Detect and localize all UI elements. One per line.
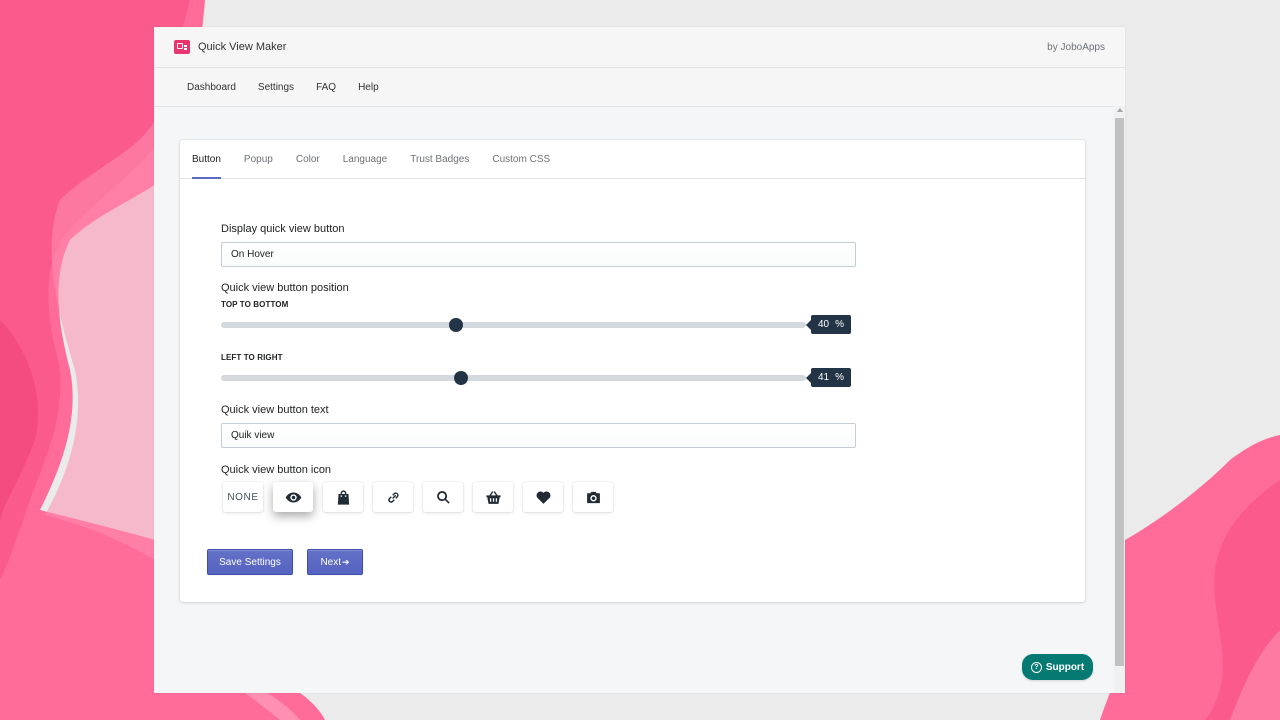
- icon-option-link[interactable]: [373, 482, 413, 512]
- basket-icon: [485, 490, 501, 504]
- tab-language[interactable]: Language: [332, 140, 399, 178]
- nav-item-help[interactable]: Help: [358, 82, 379, 93]
- save-settings-button[interactable]: Save Settings: [207, 549, 293, 575]
- icon-option-basket[interactable]: [473, 482, 513, 512]
- icon-option-heart[interactable]: [523, 482, 563, 512]
- title-bar: Quick View Maker by JoboApps: [154, 27, 1125, 68]
- app-logo-icon: [174, 40, 190, 54]
- left-right-value-badge: 41 %: [806, 368, 851, 387]
- scroll-up-arrow-icon[interactable]: [1117, 108, 1123, 112]
- link-icon: [387, 491, 399, 503]
- heart-icon: [536, 490, 550, 504]
- scroll-thumb[interactable]: [1115, 118, 1124, 666]
- by-line: by JoboApps: [1047, 41, 1105, 53]
- display-label: Display quick view button: [221, 223, 345, 235]
- nav-item-faq[interactable]: FAQ: [316, 82, 336, 93]
- shopping-bag-icon: [337, 489, 349, 505]
- icon-option-eye[interactable]: [273, 482, 313, 512]
- left-right-label: LEFT TO RIGHT: [221, 353, 283, 362]
- top-bottom-label: TOP TO BOTTOM: [221, 300, 289, 309]
- text-label: Quick view button text: [221, 404, 329, 416]
- nav-bar: Dashboard Settings FAQ Help: [154, 68, 1125, 107]
- support-label: Support: [1045, 661, 1085, 673]
- top-bottom-slider[interactable]: 40 %: [221, 309, 861, 339]
- icon-label: Quick view button icon: [221, 464, 332, 476]
- button-text-input[interactable]: [221, 423, 856, 448]
- left-right-value: 41: [817, 372, 830, 383]
- slider-track[interactable]: [221, 375, 806, 381]
- icon-option-search[interactable]: [423, 482, 463, 512]
- position-label: Quick view button position: [221, 282, 349, 294]
- display-select[interactable]: [221, 242, 856, 267]
- button-settings-form: Display quick view button Quick view but…: [221, 223, 861, 512]
- arrow-right-icon: ➔: [342, 556, 350, 567]
- tab-color[interactable]: Color: [285, 140, 331, 178]
- app-window: Quick View Maker by JoboApps Dashboard S…: [154, 27, 1125, 693]
- help-circle-icon: ?: [1030, 661, 1042, 673]
- support-button[interactable]: ? Support: [1022, 654, 1093, 680]
- tab-button[interactable]: Button: [192, 140, 232, 179]
- eye-icon: [285, 492, 301, 502]
- top-bottom-value: 40: [817, 319, 830, 330]
- percent-unit: %: [835, 372, 845, 383]
- tab-custom-css[interactable]: Custom CSS: [481, 140, 561, 178]
- slider-thumb[interactable]: [454, 371, 468, 385]
- next-button[interactable]: Next ➔: [307, 549, 363, 575]
- next-label: Next: [320, 556, 341, 568]
- scrollbar[interactable]: [1114, 106, 1125, 693]
- icon-option-none[interactable]: NONE: [223, 482, 263, 512]
- left-right-slider[interactable]: 41 %: [221, 362, 861, 392]
- tab-popup[interactable]: Popup: [233, 140, 284, 178]
- icon-option-camera[interactable]: [573, 482, 613, 512]
- nav-item-dashboard[interactable]: Dashboard: [187, 82, 236, 93]
- icon-picker: NONE: [221, 482, 861, 512]
- app-title: Quick View Maker: [198, 41, 287, 53]
- action-buttons: Save Settings Next ➔: [207, 549, 363, 575]
- tab-trust-badges[interactable]: Trust Badges: [399, 140, 480, 178]
- slider-thumb[interactable]: [449, 318, 463, 332]
- slider-track[interactable]: [221, 322, 806, 328]
- search-icon: [436, 490, 450, 504]
- top-bottom-value-badge: 40 %: [806, 315, 851, 334]
- camera-icon: [586, 491, 600, 503]
- percent-unit: %: [835, 319, 845, 330]
- icon-option-shopping-bag[interactable]: [323, 482, 363, 512]
- settings-card: Button Popup Color Language Trust Badges…: [180, 140, 1085, 602]
- nav-item-settings[interactable]: Settings: [258, 82, 294, 93]
- tab-bar: Button Popup Color Language Trust Badges…: [180, 140, 1085, 179]
